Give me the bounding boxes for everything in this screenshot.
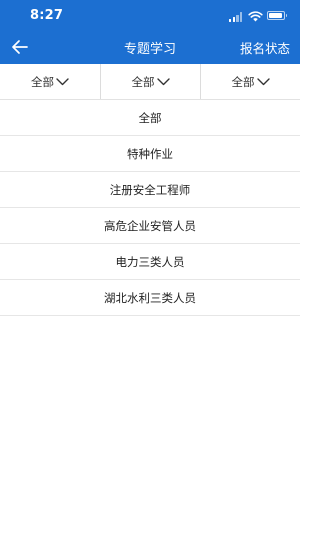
cellular-signal-icon — [229, 12, 243, 22]
category-item-hubei-water-personnel[interactable]: 湖北水利三类人员 — [0, 280, 300, 316]
chevron-down-icon — [56, 77, 69, 85]
filter-bar: 全部 全部 全部 — [0, 64, 300, 100]
category-item-special-operations[interactable]: 特种作业 — [0, 136, 300, 172]
filter-label: 全部 — [131, 74, 155, 89]
app-header: 8:27 专题学习 报名状态 — [0, 0, 300, 64]
filter-dropdown-2[interactable]: 全部 — [100, 64, 200, 99]
status-time: 8:27 — [30, 8, 64, 23]
chevron-down-icon — [156, 77, 170, 85]
battery-icon — [267, 11, 287, 20]
wifi-icon — [248, 11, 263, 22]
category-item-high-risk-managers[interactable]: 高危企业安管人员 — [0, 208, 300, 244]
category-list: 全部 特种作业 注册安全工程师 高危企业安管人员 电力三类人员 湖北水利三类人员 — [0, 100, 300, 316]
navigation-bar: 专题学习 报名状态 — [0, 30, 300, 64]
category-item-all[interactable]: 全部 — [0, 100, 300, 136]
filter-dropdown-3[interactable]: 全部 — [200, 64, 300, 99]
chevron-down-icon — [256, 77, 270, 85]
filter-label: 全部 — [31, 74, 54, 89]
status-bar: 8:27 — [0, 0, 300, 30]
filter-label: 全部 — [231, 74, 255, 89]
filter-dropdown-1[interactable]: 全部 — [0, 64, 100, 99]
registration-status-button[interactable]: 报名状态 — [240, 38, 290, 57]
category-item-safety-engineer[interactable]: 注册安全工程师 — [0, 172, 300, 208]
category-item-power-personnel[interactable]: 电力三类人员 — [0, 244, 300, 280]
